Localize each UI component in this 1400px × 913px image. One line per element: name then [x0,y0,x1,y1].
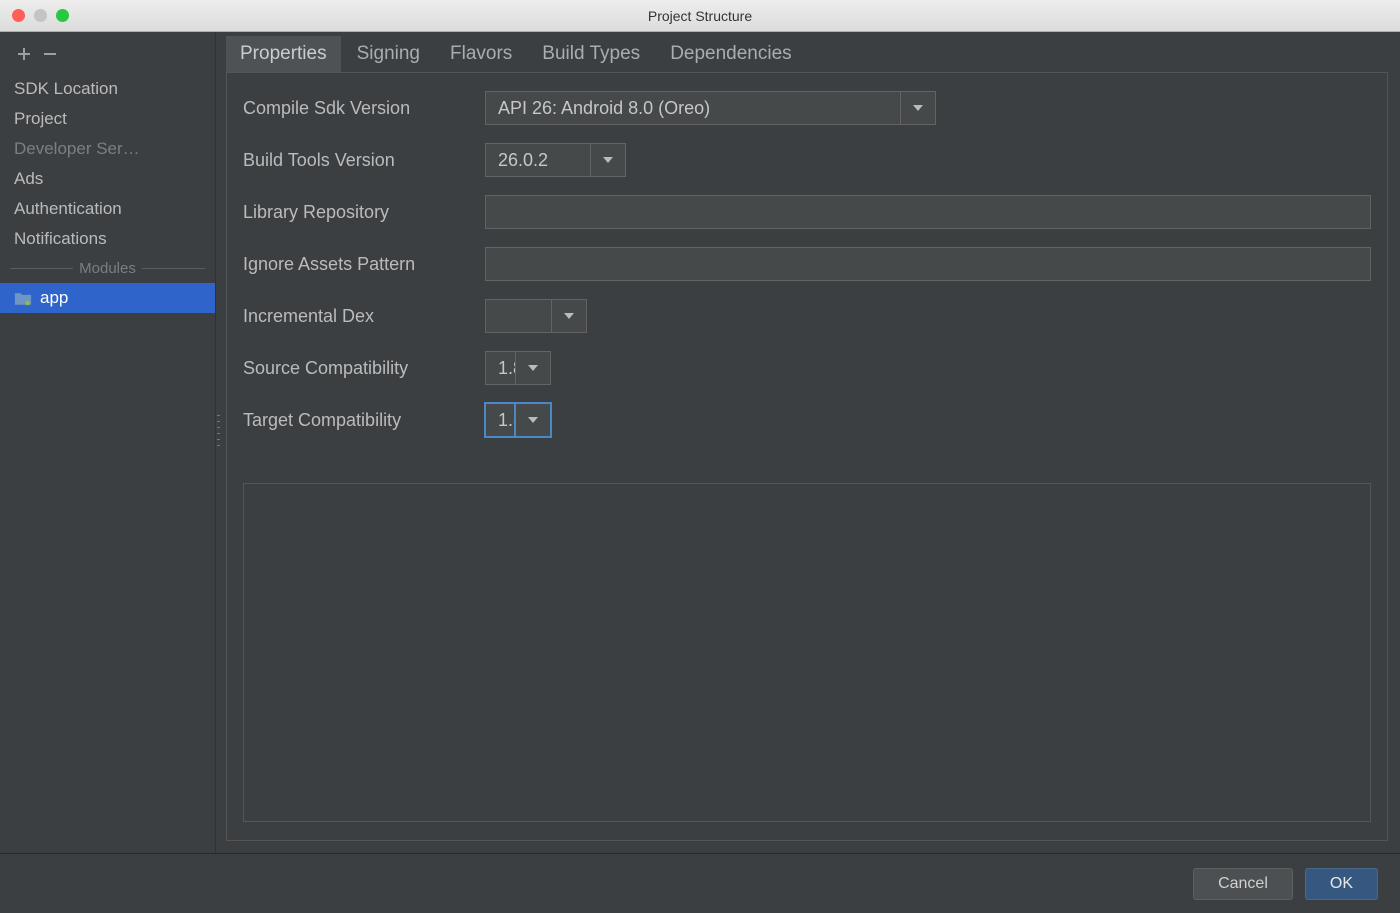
tab-signing[interactable]: Signing [343,36,434,72]
compile-sdk-dropdown[interactable]: API 26: Android 8.0 (Oreo) [485,91,936,125]
tab-build-types[interactable]: Build Types [528,36,654,72]
detail-panel [243,483,1371,822]
source-compat-value: 1.8 [485,351,515,385]
sidebar-header-modules-label: Modules [79,260,136,277]
chevron-down-icon[interactable] [515,403,551,437]
close-window-icon[interactable] [12,9,25,22]
ok-button[interactable]: OK [1305,868,1378,900]
label-incremental-dex: Incremental Dex [243,306,485,327]
window-title: Project Structure [648,8,752,24]
label-target-compat: Target Compatibility [243,410,485,431]
row-target-compat: Target Compatibility 1.8 [243,403,1371,437]
properties-form: Compile Sdk Version API 26: Android 8.0 … [243,91,1371,437]
sidebar-item-ads[interactable]: Ads [0,164,215,194]
sidebar-item-project[interactable]: Project [0,104,215,134]
source-compat-dropdown[interactable]: 1.8 [485,351,551,385]
ignore-assets-input[interactable] [485,247,1371,281]
main-panel: Properties Signing Flavors Build Types D… [216,32,1400,853]
sidebar: SDK Location Project Developer Ser… Ads … [0,32,216,853]
chevron-down-icon[interactable] [900,91,936,125]
titlebar: Project Structure [0,0,1400,32]
chevron-down-icon[interactable] [515,351,551,385]
sidebar-item-sdk-location[interactable]: SDK Location [0,74,215,104]
tab-properties[interactable]: Properties [226,36,341,72]
target-compat-dropdown[interactable]: 1.8 [485,403,551,437]
build-tools-dropdown[interactable]: 26.0.2 [485,143,626,177]
incremental-dex-dropdown[interactable] [485,299,587,333]
sidebar-header-modules: Modules [0,254,215,283]
folder-icon [14,291,32,306]
row-build-tools: Build Tools Version 26.0.2 [243,143,1371,177]
sidebar-module-app[interactable]: app [0,283,215,313]
row-incremental-dex: Incremental Dex [243,299,1371,333]
tab-dependencies[interactable]: Dependencies [656,36,805,72]
target-compat-value: 1.8 [485,403,515,437]
cancel-button[interactable]: Cancel [1193,868,1293,900]
add-icon[interactable] [14,44,34,64]
chevron-down-icon[interactable] [551,299,587,333]
remove-icon[interactable] [40,44,60,64]
label-library-repo: Library Repository [243,202,485,223]
row-ignore-assets: Ignore Assets Pattern [243,247,1371,281]
library-repo-input[interactable] [485,195,1371,229]
minimize-window-icon[interactable] [34,9,47,22]
label-build-tools: Build Tools Version [243,150,485,171]
incremental-dex-value [485,299,551,333]
label-source-compat: Source Compatibility [243,358,485,379]
label-ignore-assets: Ignore Assets Pattern [243,254,485,275]
dialog-footer: Cancel OK [0,853,1400,913]
sidebar-toolbar [0,38,215,74]
chevron-down-icon[interactable] [590,143,626,177]
zoom-window-icon[interactable] [56,9,69,22]
row-library-repo: Library Repository [243,195,1371,229]
tab-flavors[interactable]: Flavors [436,36,526,72]
window-controls [12,9,69,22]
row-source-compat: Source Compatibility 1.8 [243,351,1371,385]
sidebar-item-notifications[interactable]: Notifications [0,224,215,254]
build-tools-value: 26.0.2 [485,143,590,177]
sidebar-header-developer-services: Developer Ser… [0,134,215,164]
module-label: app [40,288,68,308]
sidebar-item-authentication[interactable]: Authentication [0,194,215,224]
body-area: SDK Location Project Developer Ser… Ads … [0,32,1400,853]
split-handle[interactable] [216,413,222,449]
tabs: Properties Signing Flavors Build Types D… [226,36,1388,73]
row-compile-sdk: Compile Sdk Version API 26: Android 8.0 … [243,91,1371,125]
label-compile-sdk: Compile Sdk Version [243,98,485,119]
tab-content-properties: Compile Sdk Version API 26: Android 8.0 … [226,73,1388,841]
compile-sdk-value: API 26: Android 8.0 (Oreo) [485,91,900,125]
